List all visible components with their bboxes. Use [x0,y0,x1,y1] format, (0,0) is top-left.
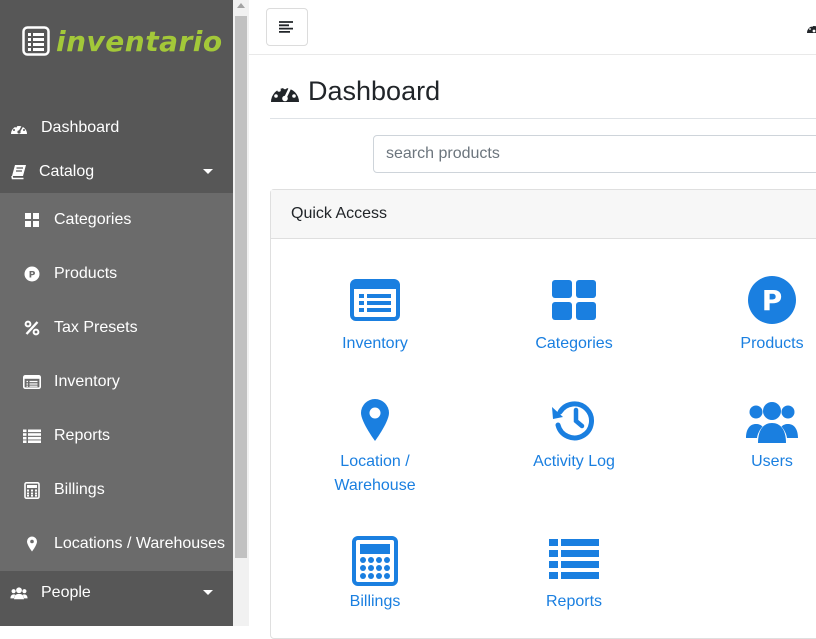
sidebar-item-people[interactable]: People [0,578,233,608]
tile-label: Activity Log [533,453,615,470]
brand-name: inventario [56,24,223,58]
align-left-icon [279,21,293,33]
tile-label: Categories [535,335,613,352]
sidebar-item-products[interactable]: P Products [0,259,233,289]
tile-label: Reports [545,593,603,610]
calculator-icon [352,536,398,586]
quick-access-categories[interactable]: Categories [489,278,659,356]
dashboard-gauge-icon [271,85,299,102]
sidebar-item-reports[interactable]: Reports [0,421,233,451]
sidebar-item-label: Locations / Warehouses [54,535,226,552]
caret-down-icon [203,169,213,174]
caret-down-icon [203,590,213,595]
tile-label: Billings [349,593,401,610]
tile-label: Inventory [342,335,408,352]
users-icon [746,402,798,443]
sidebar-item-categories[interactable]: Categories [0,205,233,235]
quick-access-reports[interactable]: Reports [489,538,659,614]
sidebar-item-label: Billings [54,481,105,498]
page-title: Dashboard [270,76,440,107]
sidebar: inventario Dashboard Catalog Categories … [0,0,233,626]
list-card-icon [23,374,41,390]
product-p-icon: P [23,266,41,282]
list-icon [23,428,41,444]
quick-access-users[interactable]: Users [687,398,816,474]
list-card-icon [350,279,400,321]
sidebar-item-catalog[interactable]: Catalog [0,155,233,189]
svg-text:P: P [762,284,783,317]
scrollbar-thumb[interactable] [235,16,247,558]
brand-logo[interactable]: inventario [22,22,223,60]
quick-access-products[interactable]: P Products [687,276,816,356]
book-icon [10,164,28,180]
divider [270,118,816,119]
dashboard-gauge-icon[interactable] [806,20,816,34]
quick-access-activity-log[interactable]: Activity Log [489,398,659,474]
catalog-submenu: Categories P Products Tax Presets Invent… [0,193,233,571]
tile-label: Products [740,335,804,352]
quick-access-billings[interactable]: Billings [290,536,460,614]
scroll-up-arrow-icon[interactable] [237,3,245,8]
map-marker-icon [361,399,389,441]
quick-access-location-warehouse[interactable]: Location / Warehouse [290,398,460,498]
tile-label-line1: Location / [340,453,410,470]
sidebar-item-label: Reports [54,427,111,444]
sidebar-item-tax-presets[interactable]: Tax Presets [0,313,233,343]
sidebar-item-label: Products [54,265,118,282]
product-p-icon: P [748,276,796,324]
sidebar-item-billings[interactable]: Billings [0,475,233,505]
sidebar-item-label: Categories [54,211,132,228]
calculator-icon [23,481,41,499]
sidebar-item-label: Inventory [54,373,120,390]
sidebar-scrollbar[interactable] [233,0,249,626]
sidebar-item-locations[interactable]: Locations / Warehouses [0,529,233,559]
svg-text:P: P [29,271,36,281]
percent-icon [23,320,41,336]
sidebar-item-label: Tax Presets [54,319,138,336]
tile-label-line2: Warehouse [334,477,416,494]
sidebar-item-dashboard[interactable]: Dashboard [0,114,233,142]
grid-icon [552,280,596,320]
sidebar-toggle-button[interactable] [266,8,308,46]
quick-access-inventory[interactable]: Inventory [290,278,460,356]
quick-access-header: Quick Access [271,190,816,239]
topbar [249,0,816,55]
dashboard-gauge-icon [10,120,28,136]
tile-label: Users [751,453,793,470]
users-icon [10,585,28,601]
map-marker-icon [23,536,41,552]
page-title-text: Dashboard [308,76,441,106]
list-icon [549,539,599,579]
grid-icon [23,212,41,228]
history-icon [552,401,594,441]
inventory-list-icon [22,26,50,56]
sidebar-item-inventory[interactable]: Inventory [0,367,233,397]
sidebar-item-label: People [41,584,91,601]
search-products-input[interactable] [373,135,816,173]
sidebar-item-label: Catalog [39,163,95,180]
sidebar-item-label: Dashboard [41,119,120,136]
